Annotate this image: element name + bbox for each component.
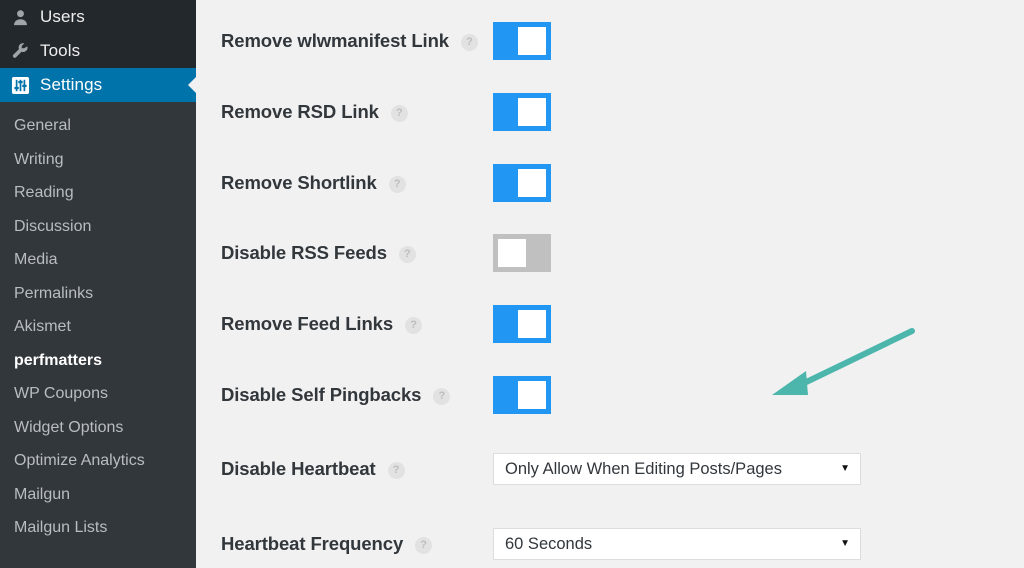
toggle-knob [518, 98, 546, 126]
toggle-remove-shortlink[interactable] [493, 164, 551, 202]
sidebar-item-users[interactable]: Users [0, 0, 196, 34]
sidebar-item-media[interactable]: Media [0, 243, 196, 277]
toggle-disable-self-pingbacks[interactable] [493, 376, 551, 414]
sidebar-item-label: Settings [40, 75, 103, 94]
help-icon[interactable]: ? [415, 536, 433, 554]
select-value: 60 Seconds [505, 534, 593, 553]
sidebar-item-writing[interactable]: Writing [0, 143, 196, 177]
sidebar-item-tools[interactable]: Tools [0, 34, 196, 68]
select-value: Only Allow When Editing Posts/Pages [505, 459, 782, 478]
toggle-remove-feed-links[interactable] [493, 305, 551, 343]
sidebar-item-label: Tools [40, 41, 81, 60]
sidebar-item-mailgun[interactable]: Mailgun [0, 478, 196, 512]
help-icon[interactable]: ? [398, 245, 416, 263]
wordpress-admin-screen: Users Tools Settings General Writing Rea… [0, 0, 1024, 568]
sidebar-item-discussion[interactable]: Discussion [0, 210, 196, 244]
setting-label: Remove Feed Links ? [221, 313, 423, 335]
setting-label-text: Disable RSS Feeds [221, 242, 387, 263]
sidebar-item-label: Users [40, 7, 85, 26]
setting-label-text: Remove Feed Links [221, 313, 394, 334]
sidebar-item-akismet[interactable]: Akismet [0, 310, 196, 344]
setting-row-disable-rss-feeds: Disable RSS Feeds ? [196, 232, 1024, 274]
toggle-knob [518, 310, 546, 338]
toggle-remove-wlwmanifest-link[interactable] [493, 22, 551, 60]
help-icon[interactable]: ? [387, 461, 405, 479]
setting-label: Disable RSS Feeds ? [221, 242, 416, 264]
setting-label: Remove Shortlink ? [221, 172, 406, 194]
chevron-down-icon: ▼ [840, 538, 850, 549]
toggle-knob [518, 27, 546, 55]
sidebar-item-optimize-analytics[interactable]: Optimize Analytics [0, 444, 196, 478]
setting-label-text: Remove RSD Link [221, 101, 379, 122]
select-disable-heartbeat[interactable]: Only Allow When Editing Posts/Pages ▼ [493, 453, 861, 485]
sidebar-item-widget-options[interactable]: Widget Options [0, 411, 196, 445]
setting-label-text: Heartbeat Frequency [221, 533, 404, 554]
settings-submenu: General Writing Reading Discussion Media… [0, 102, 196, 545]
setting-row-remove-rsd-link: Remove RSD Link ? [196, 91, 1024, 133]
sidebar-item-mailgun-lists[interactable]: Mailgun Lists [0, 511, 196, 545]
toggle-knob [498, 239, 526, 267]
setting-label-text: Remove Shortlink [221, 172, 377, 193]
setting-label-text: Disable Self Pingbacks [221, 384, 422, 405]
sliders-icon [11, 76, 37, 95]
help-icon[interactable]: ? [390, 104, 408, 122]
wrench-icon [11, 42, 37, 61]
sidebar-item-reading[interactable]: Reading [0, 176, 196, 210]
setting-label-text: Remove wlwmanifest Link [221, 30, 449, 51]
admin-sidebar: Users Tools Settings General Writing Rea… [0, 0, 196, 568]
setting-row-remove-shortlink: Remove Shortlink ? [196, 162, 1024, 204]
setting-label-text: Disable Heartbeat [221, 458, 376, 479]
sidebar-item-permalinks[interactable]: Permalinks [0, 277, 196, 311]
toggle-knob [518, 381, 546, 409]
sidebar-item-settings[interactable]: Settings [0, 68, 196, 102]
help-icon[interactable]: ? [388, 175, 406, 193]
sidebar-item-perfmatters[interactable]: perfmatters [0, 344, 196, 378]
help-icon[interactable]: ? [405, 316, 423, 334]
setting-row-disable-self-pingbacks: Disable Self Pingbacks ? [196, 374, 1024, 416]
setting-label: Disable Self Pingbacks ? [221, 384, 451, 406]
setting-label: Disable Heartbeat ? [221, 458, 405, 480]
help-icon[interactable]: ? [460, 33, 478, 51]
chevron-down-icon: ▼ [840, 463, 850, 474]
sidebar-item-general[interactable]: General [0, 109, 196, 143]
setting-row-remove-feed-links: Remove Feed Links ? [196, 303, 1024, 345]
help-icon[interactable]: ? [433, 387, 451, 405]
settings-content-area: Remove wlwmanifest Link ? Remove RSD Lin… [196, 0, 1024, 568]
setting-row-heartbeat-frequency: Heartbeat Frequency ? 60 Seconds ▼ [196, 523, 1024, 565]
sidebar-top-menu: Users Tools Settings [0, 0, 196, 102]
active-menu-pointer [188, 76, 196, 94]
toggle-knob [518, 169, 546, 197]
setting-label: Heartbeat Frequency ? [221, 533, 433, 555]
sidebar-item-wp-coupons[interactable]: WP Coupons [0, 377, 196, 411]
setting-label: Remove wlwmanifest Link ? [221, 30, 478, 52]
select-heartbeat-frequency[interactable]: 60 Seconds ▼ [493, 528, 861, 560]
toggle-remove-rsd-link[interactable] [493, 93, 551, 131]
setting-row-remove-wlwmanifest-link: Remove wlwmanifest Link ? [196, 20, 1024, 62]
setting-label: Remove RSD Link ? [221, 101, 408, 123]
toggle-disable-rss-feeds[interactable] [493, 234, 551, 272]
user-icon [11, 8, 37, 27]
setting-row-disable-heartbeat: Disable Heartbeat ? Only Allow When Edit… [196, 448, 1024, 490]
